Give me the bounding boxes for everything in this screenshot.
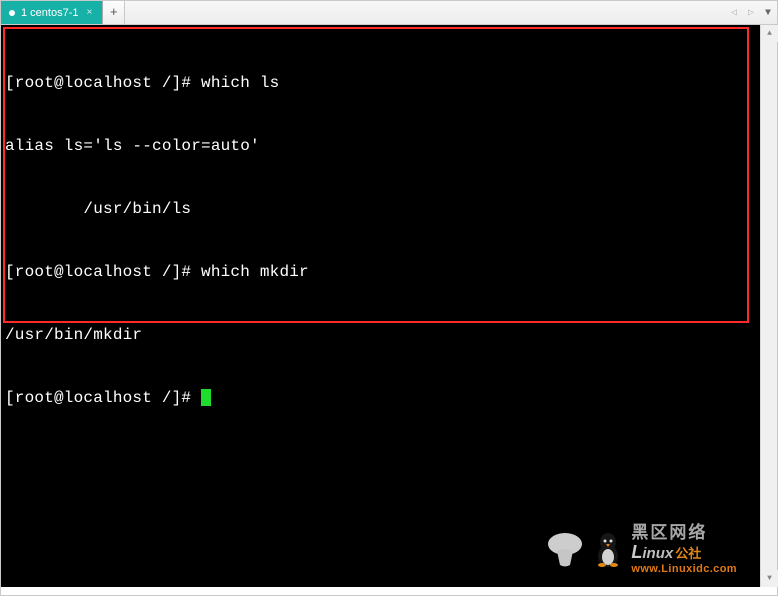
scroll-track[interactable] bbox=[761, 42, 777, 570]
scroll-up-icon[interactable]: ▲ bbox=[761, 25, 778, 42]
penguin-icon bbox=[593, 532, 623, 568]
watermark-brand: Linux公社 bbox=[631, 543, 737, 563]
terminal-output: [root@localhost /]# which ls alias ls='l… bbox=[1, 25, 761, 457]
tab-status-indicator-icon bbox=[9, 10, 15, 16]
watermark-cn: 黑区网络 bbox=[631, 524, 737, 543]
tab-nav-left-icon[interactable]: ◁ bbox=[727, 3, 741, 23]
watermark: 黑区网络 Linux公社 www.Linuxidc.com bbox=[545, 524, 737, 575]
terminal-line: [root@localhost /]# which mkdir bbox=[5, 262, 757, 283]
terminal-prompt-line: [root@localhost /]# bbox=[5, 388, 757, 409]
app-window: 1 centos7-1 × + ◁ ▷ ▼ [root@localhost /]… bbox=[0, 0, 778, 596]
tab-centos7-1[interactable]: 1 centos7-1 × bbox=[1, 1, 103, 24]
cursor-icon bbox=[201, 389, 211, 406]
mushroom-icon bbox=[545, 532, 585, 568]
new-tab-button[interactable]: + bbox=[103, 1, 125, 24]
tab-bar: 1 centos7-1 × + ◁ ▷ ▼ bbox=[1, 1, 777, 25]
watermark-url: www.Linuxidc.com bbox=[631, 563, 737, 575]
tab-close-icon[interactable]: × bbox=[84, 7, 94, 18]
terminal-line: /usr/bin/ls bbox=[5, 199, 757, 220]
tab-nav-right-icon[interactable]: ▷ bbox=[744, 3, 758, 23]
terminal-line: alias ls='ls --color=auto' bbox=[5, 136, 757, 157]
terminal[interactable]: [root@localhost /]# which ls alias ls='l… bbox=[1, 25, 761, 587]
watermark-text: 黑区网络 Linux公社 www.Linuxidc.com bbox=[631, 524, 737, 575]
terminal-line: /usr/bin/mkdir bbox=[5, 325, 757, 346]
tab-nav-controls: ◁ ▷ ▼ bbox=[727, 1, 775, 25]
plus-icon: + bbox=[110, 5, 118, 20]
scroll-down-icon[interactable]: ▼ bbox=[761, 570, 778, 587]
terminal-line: [root@localhost /]# which ls bbox=[5, 73, 757, 94]
tab-menu-icon[interactable]: ▼ bbox=[761, 3, 775, 23]
tab-label: 1 centos7-1 bbox=[21, 7, 78, 19]
vertical-scrollbar[interactable]: ▲ ▼ bbox=[760, 25, 777, 587]
